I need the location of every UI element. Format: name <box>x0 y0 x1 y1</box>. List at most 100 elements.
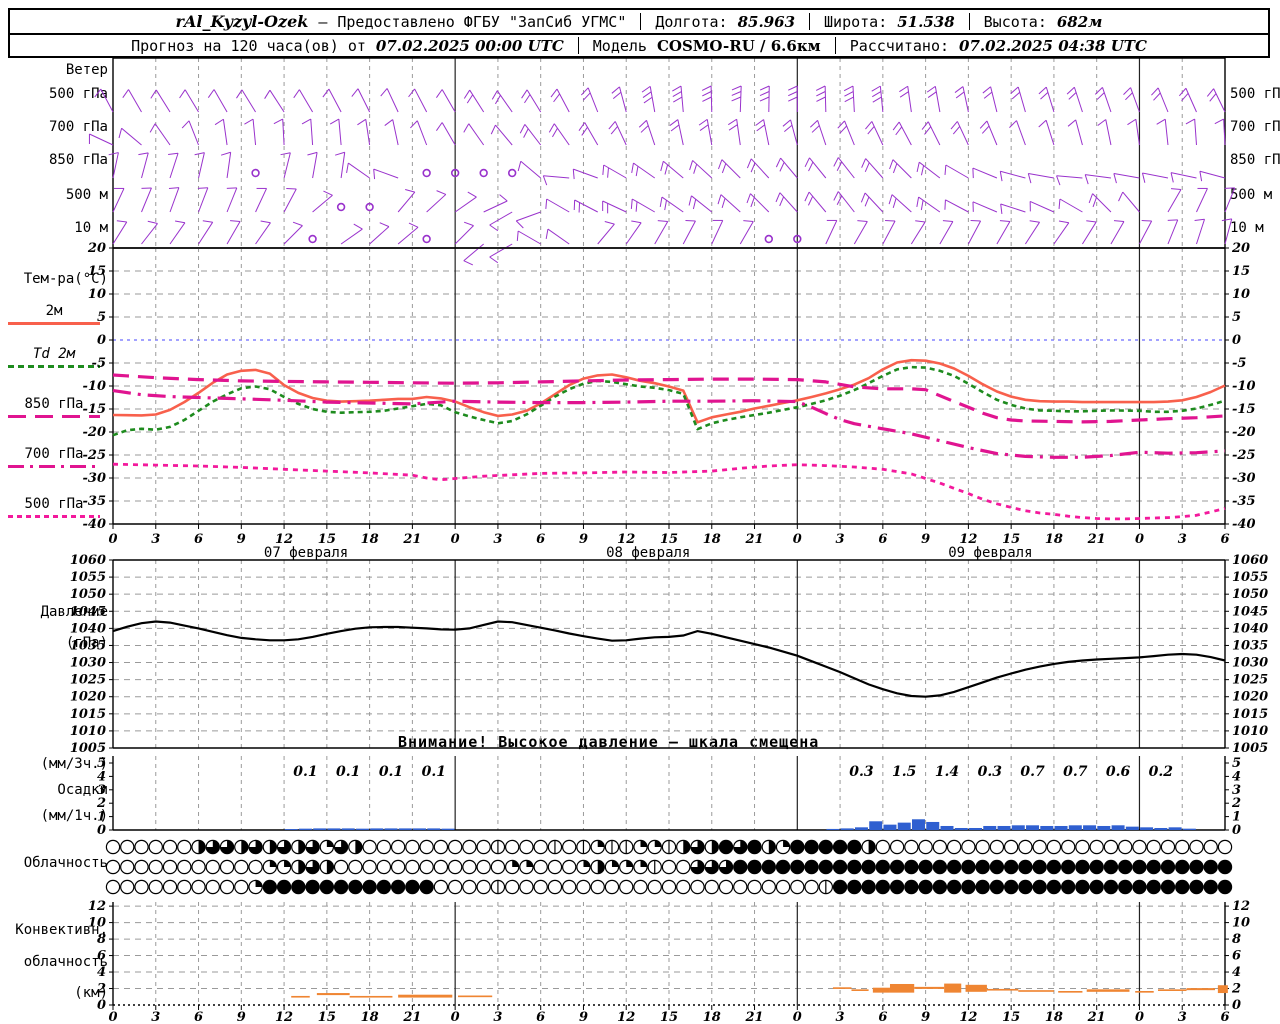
svg-text:15: 15 <box>1002 532 1020 547</box>
svg-text:1010: 1010 <box>70 724 106 739</box>
svg-text:1020: 1020 <box>70 690 106 705</box>
precip-bar <box>911 819 925 830</box>
precip-bar <box>869 821 883 830</box>
svg-text:1015: 1015 <box>1232 707 1268 722</box>
svg-text:1040: 1040 <box>1232 621 1268 636</box>
svg-text:9: 9 <box>579 1010 588 1024</box>
precip-bar <box>313 828 327 830</box>
svg-text:1.4: 1.4 <box>935 764 959 780</box>
svg-text:0.7: 0.7 <box>1020 764 1045 780</box>
precipitation-panel: 0 01 12 23 34 45 50.1 0.1 0.1 0.1 0.3 1.5 1.4 0.3 0.7 0… <box>96 756 1241 838</box>
precip-bar <box>427 828 441 830</box>
latitude-value: 51.538 <box>897 12 955 31</box>
svg-text:1030: 1030 <box>70 656 106 671</box>
wind-level-label-500hpa-right: 500 гПа <box>1230 86 1280 102</box>
svg-text:1010: 1010 <box>1232 724 1268 739</box>
svg-text:12: 12 <box>959 1010 977 1024</box>
legend-t2m-line <box>8 322 100 325</box>
svg-text:2: 2 <box>1231 982 1241 997</box>
svg-text:12: 12 <box>275 532 293 547</box>
temp-series-4 <box>112 462 1226 521</box>
svg-text:0: 0 <box>108 1010 117 1024</box>
svg-text:20: 20 <box>1231 241 1250 256</box>
svg-text:1055: 1055 <box>70 570 106 585</box>
svg-text:1050: 1050 <box>1232 587 1268 602</box>
convective-segment <box>1086 989 1130 992</box>
svg-text:1025: 1025 <box>70 673 106 688</box>
header-separator <box>834 37 836 54</box>
temp-series-0 <box>112 358 1226 424</box>
convective-title-1: Конвективн. <box>15 922 108 938</box>
convective-segment <box>1217 985 1228 994</box>
legend-500-line <box>8 515 100 518</box>
forecast-label: Прогноз на 120 часа(ов) от <box>131 36 366 55</box>
convective-segment <box>889 983 915 993</box>
latitude-label: Широта: <box>824 12 888 31</box>
convective-segment <box>1186 988 1216 991</box>
svg-text:08 февраля: 08 февраля <box>606 545 690 561</box>
svg-text:1.5: 1.5 <box>892 764 916 780</box>
temp-series-2 <box>112 373 1226 424</box>
svg-text:3: 3 <box>493 1010 502 1024</box>
precip-bar <box>1125 826 1139 830</box>
precip-bar <box>384 828 398 830</box>
svg-text:12: 12 <box>1232 899 1250 914</box>
header-row-2: Прогноз на 120 часа(ов) от 07.02.2025 00… <box>8 33 1270 58</box>
svg-text:9: 9 <box>237 1010 246 1024</box>
svg-text:18: 18 <box>1045 532 1063 547</box>
svg-text:1045: 1045 <box>1232 604 1268 619</box>
precip-panel-title: Осадки <box>57 782 108 798</box>
svg-text:6: 6 <box>536 532 545 547</box>
svg-text:-25: -25 <box>1232 448 1256 463</box>
precip-bar <box>997 825 1011 830</box>
header-separator <box>577 37 579 54</box>
precip-bar <box>355 828 369 830</box>
svg-text:-15: -15 <box>1232 402 1256 417</box>
convective-unit: (км) <box>74 985 108 1001</box>
meteogram-chart: -40 -40-35 -35-30 -30-25 -25-20 -20-15 -15-10-… <box>70 57 1268 1024</box>
svg-text:3: 3 <box>1178 532 1187 547</box>
legend-700-line <box>8 465 100 468</box>
convective-segment <box>1135 990 1154 993</box>
cloud-cover-panel <box>105 839 1233 895</box>
svg-text:-40: -40 <box>1232 517 1256 532</box>
svg-text:15: 15 <box>318 532 336 547</box>
legend-500-label: 500 гПа <box>24 496 84 512</box>
svg-text:4: 4 <box>1232 965 1241 980</box>
convective-segment <box>316 993 350 996</box>
convective-panel: 0 02 24 46 68 810 1012 120 3 6 9 12 15 18 21 0 3 6 9 12 15 18… <box>88 899 1250 1024</box>
svg-text:1020: 1020 <box>1232 690 1268 705</box>
svg-text:18: 18 <box>703 532 721 547</box>
svg-text:3: 3 <box>1232 783 1241 798</box>
precip-bar <box>1168 827 1182 830</box>
legend-td: Td 2м <box>8 346 100 368</box>
svg-text:21: 21 <box>402 1010 421 1024</box>
svg-text:0: 0 <box>451 532 460 547</box>
svg-text:15: 15 <box>1002 1010 1020 1024</box>
pressure-line <box>112 620 1226 698</box>
svg-text:-10: -10 <box>1232 379 1256 394</box>
svg-text:0.1: 0.1 <box>293 764 317 780</box>
convective-segment <box>1058 990 1083 993</box>
svg-text:0.6: 0.6 <box>1106 764 1131 780</box>
svg-text:21: 21 <box>402 532 421 547</box>
convective-segment <box>965 984 987 992</box>
svg-text:-35: -35 <box>1232 494 1256 509</box>
svg-text:1055: 1055 <box>1232 570 1268 585</box>
precip-bar <box>370 828 384 830</box>
header-separator <box>968 13 970 30</box>
provider-text: Предоставлено ФГБУ "ЗапСиб УГМС" <box>337 12 627 31</box>
svg-text:0.1: 0.1 <box>422 764 446 780</box>
svg-text:6: 6 <box>194 532 203 547</box>
svg-text:0.1: 0.1 <box>379 764 403 780</box>
convective-segment <box>832 987 852 989</box>
precip-bar <box>854 827 868 830</box>
temp-series-3 <box>112 389 1226 459</box>
precip-bar <box>441 828 455 830</box>
wind-level-label-700hpa-right: 700 гПа <box>1230 119 1280 135</box>
svg-text:0: 0 <box>1135 1010 1144 1024</box>
svg-text:15: 15 <box>660 532 678 547</box>
wind-level-label-500hpa: 500 гПа <box>48 86 108 102</box>
svg-text:-10: -10 <box>83 379 107 394</box>
pressure-panel: 1005 1005 1010 1010 1015 1015 1020 1020 1025 1025… <box>70 553 1268 756</box>
